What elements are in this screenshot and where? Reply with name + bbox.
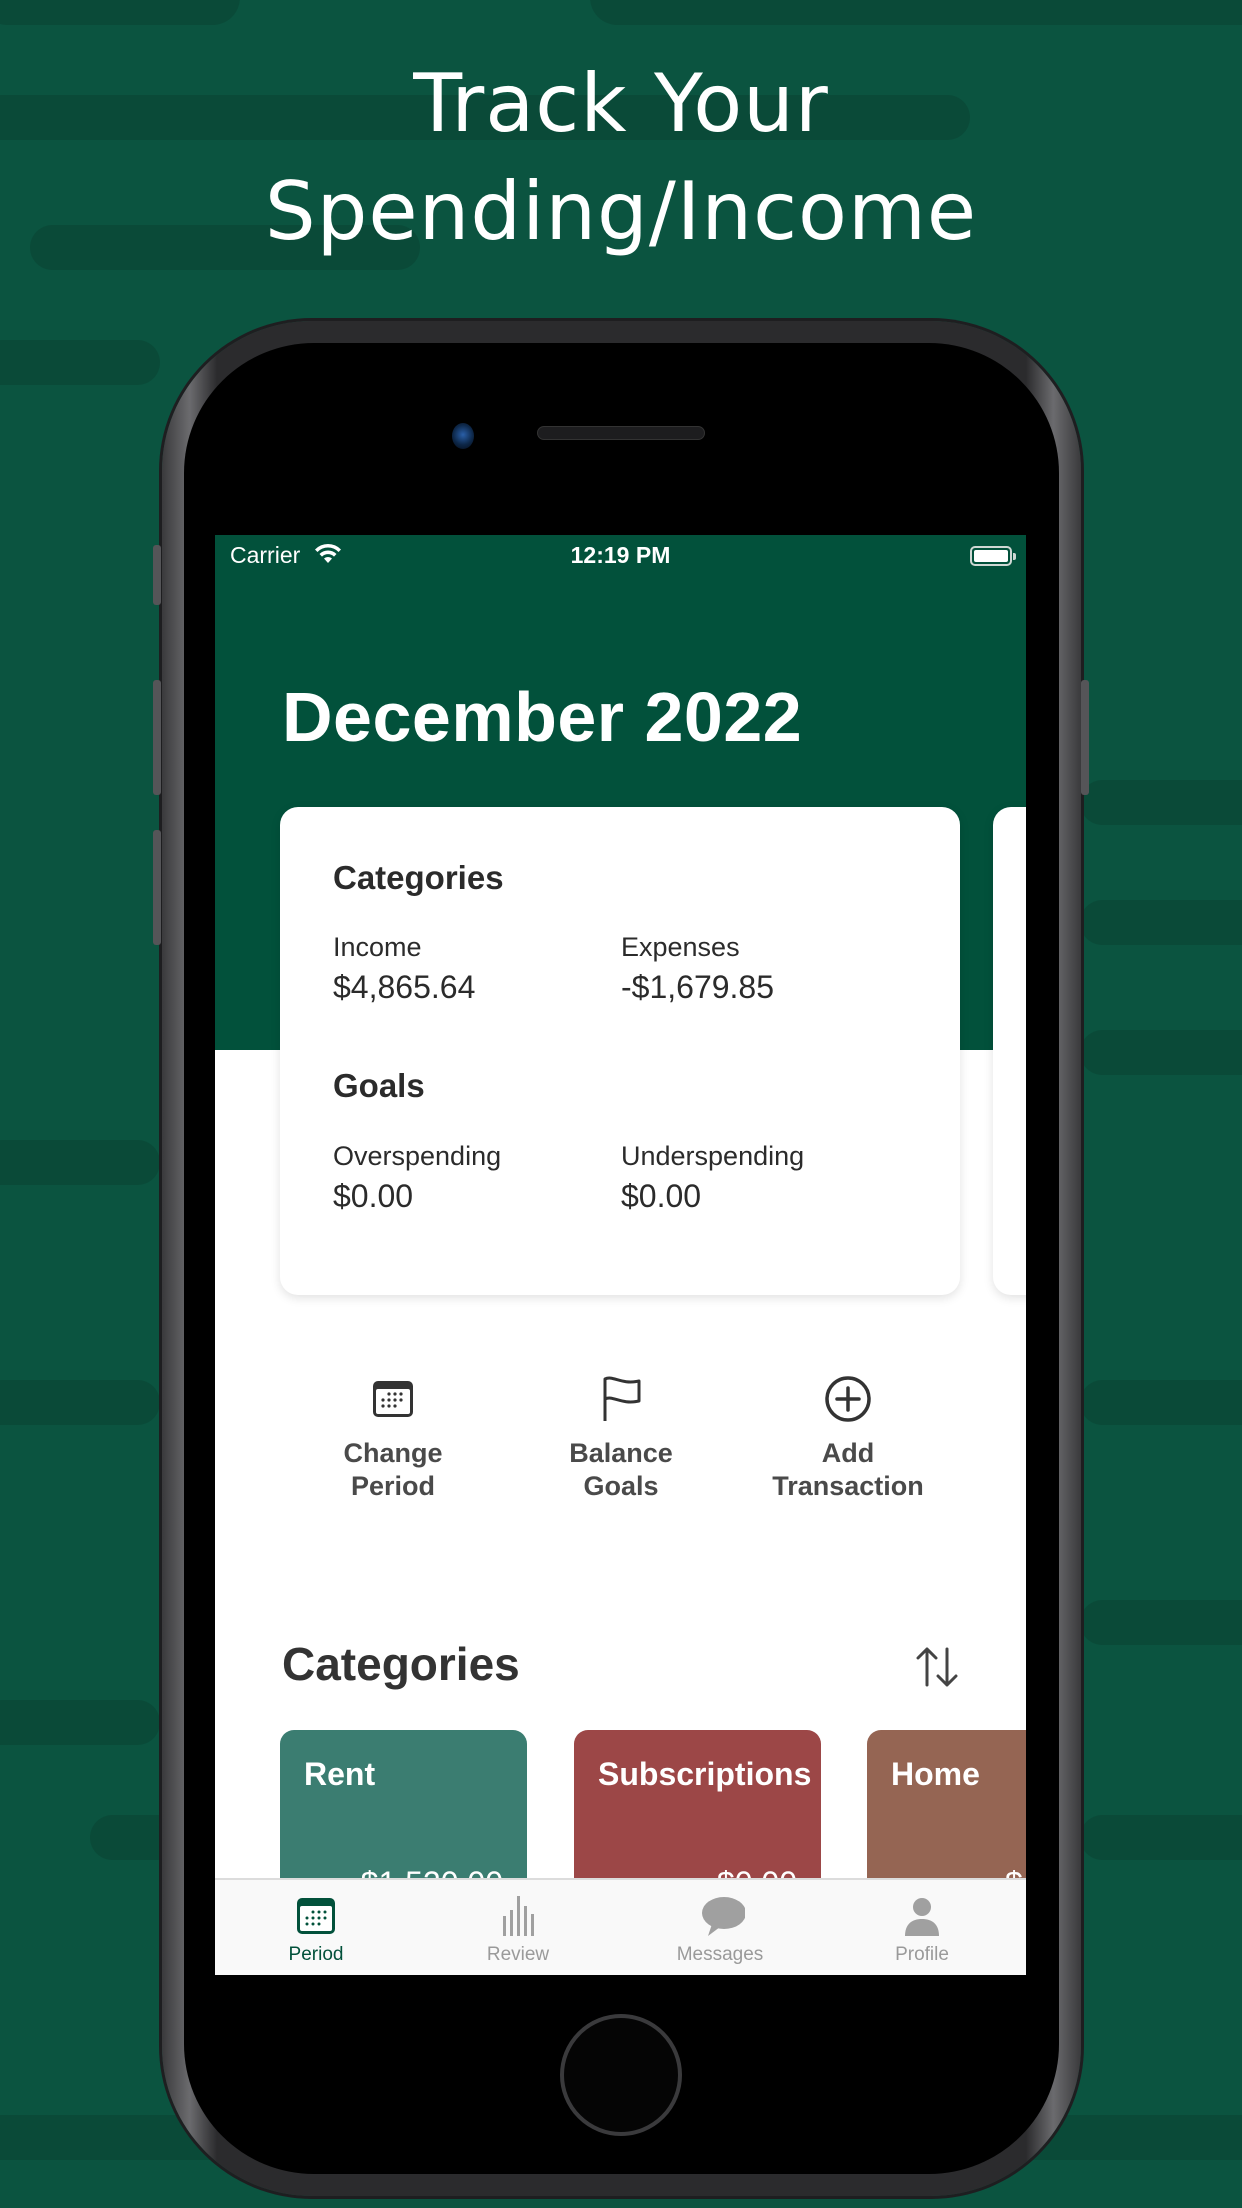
expenses-value: -$1,679.85 [621, 969, 775, 1005]
calendar-icon [297, 1898, 335, 1934]
category-name: Subscriptions [598, 1756, 812, 1792]
bg-stripe [1080, 1380, 1242, 1425]
add-transaction-button[interactable]: Add Transaction [738, 1375, 958, 1503]
underspending-label: Underspending [621, 1141, 805, 1171]
earpiece-speaker [537, 426, 705, 440]
status-bar: Carrier 12:19 PM [215, 535, 1026, 575]
bg-stripe [1080, 900, 1242, 945]
promo-title-line2: Spending/Income [264, 165, 978, 258]
bg-stripe [0, 0, 240, 25]
bg-stripe [1080, 1030, 1242, 1075]
balance-goals-button[interactable]: Balance Goals [511, 1375, 731, 1503]
change-period-line1: Change [343, 1438, 443, 1468]
tab-label: Profile [895, 1944, 949, 1965]
tab-label: Review [486, 1944, 550, 1965]
bg-stripe [0, 1700, 160, 1745]
bg-stripe [0, 1380, 160, 1425]
promo-title-line1: Track Your [413, 57, 829, 150]
tab-period[interactable]: Period [215, 1880, 417, 1975]
bg-stripe [0, 1140, 160, 1185]
tab-label: Messages [676, 1944, 764, 1965]
underspending-value: $0.00 [621, 1178, 702, 1214]
add-transaction-line2: Transaction [772, 1471, 924, 1501]
speech-bubble-icon [702, 1897, 745, 1936]
status-time: 12:19 PM [570, 542, 671, 568]
tab-label: Period [288, 1944, 344, 1965]
change-period-line2: Period [350, 1471, 436, 1501]
balance-goals-line1: Balance [569, 1438, 673, 1468]
person-icon [905, 1898, 939, 1936]
summary-card[interactable]: Categories Income $4,865.64 Expenses -$1… [280, 807, 960, 1295]
battery-icon [970, 546, 1016, 566]
category-name: Rent [304, 1756, 376, 1792]
front-camera [452, 423, 474, 449]
period-title: December 2022 [282, 678, 803, 756]
bg-stripe [1080, 1600, 1242, 1645]
home-button[interactable] [560, 2014, 682, 2136]
tab-messages[interactable]: Messages [619, 1880, 821, 1975]
income-value: $4,865.64 [333, 969, 476, 1005]
bg-stripe [1080, 1815, 1242, 1860]
overspending-label: Overspending [333, 1141, 502, 1171]
tab-profile[interactable]: Profile [821, 1880, 1023, 1975]
bg-stripe [1080, 780, 1242, 825]
bg-stripe [590, 0, 1242, 25]
income-label: Income [333, 932, 422, 962]
app-screen: Carrier 12:19 PM December 2022 Categorie… [215, 535, 1026, 1975]
overspending-value: $0.00 [333, 1178, 414, 1214]
volume-up-button [153, 680, 161, 795]
next-summary-card[interactable] [993, 807, 1026, 1295]
goals-summary-title: Goals [333, 1067, 425, 1104]
volume-down-button [153, 830, 161, 945]
categories-section-title: Categories [282, 1638, 520, 1690]
balance-goals-line2: Goals [583, 1471, 659, 1501]
categories-summary-title: Categories [333, 859, 504, 896]
silent-switch [153, 545, 161, 605]
quick-actions: Change Period Balance Goals Add Transact… [215, 1375, 1026, 1555]
sort-arrows-icon[interactable] [913, 1645, 961, 1689]
calendar-icon [373, 1381, 413, 1417]
bar-chart-icon [503, 1896, 534, 1936]
category-name: Home [891, 1756, 980, 1792]
tab-review[interactable]: Review [417, 1880, 619, 1975]
plus-circle-icon [825, 1376, 871, 1422]
tab-bar: Period Review Messages Profile [215, 1878, 1026, 1975]
promo-title: Track Your Spending/Income [0, 50, 1242, 266]
change-period-button[interactable]: Change Period [283, 1375, 503, 1503]
flag-icon [603, 1376, 641, 1421]
expenses-label: Expenses [621, 932, 740, 962]
bg-stripe [0, 340, 160, 385]
add-transaction-line1: Add [821, 1438, 875, 1468]
power-button [1081, 680, 1089, 795]
